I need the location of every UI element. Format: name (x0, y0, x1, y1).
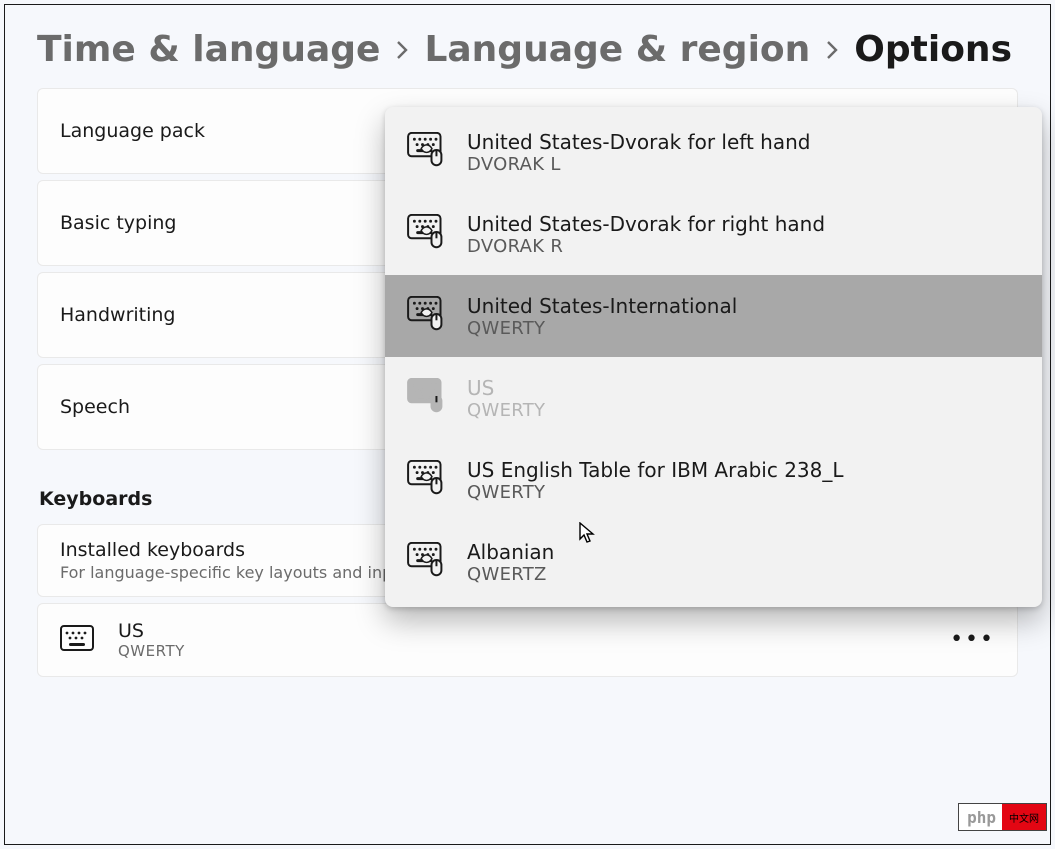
row-label: Basic typing (60, 212, 176, 234)
keyboard-option[interactable]: US English Table for IBM Arabic 238_L QW… (385, 439, 1042, 521)
option-name: United States-Dvorak for right hand (467, 212, 825, 236)
keyboard-icon (60, 625, 94, 655)
watermark-left: php (959, 808, 1002, 827)
option-layout: DVORAK R (467, 236, 825, 257)
option-name: Albanian (467, 540, 554, 564)
keyboard-mouse-icon (407, 296, 447, 336)
keyboard-mouse-icon (407, 214, 447, 254)
option-layout: QWERTY (467, 400, 545, 421)
keyboard-mouse-icon (407, 132, 447, 172)
watermark-badge: php 中文网 (958, 803, 1047, 831)
chevron-right-icon (394, 38, 410, 62)
option-layout: QWERTZ (467, 564, 554, 585)
keyboard-row[interactable]: US QWERTY ••• (37, 603, 1018, 677)
breadcrumb-time-language[interactable]: Time & language (37, 29, 380, 70)
more-options-button[interactable]: ••• (950, 629, 995, 651)
option-name: US (467, 376, 545, 400)
keyboard-option[interactable]: United States-International QWERTY (385, 275, 1042, 357)
breadcrumb-language-region[interactable]: Language & region (424, 29, 810, 70)
keyboard-layout: QWERTY (118, 642, 185, 660)
option-layout: QWERTY (467, 318, 737, 339)
option-layout: DVORAK L (467, 154, 810, 175)
keyboard-option: US QWERTY (385, 357, 1042, 439)
row-label: Language pack (60, 120, 205, 142)
row-label: Speech (60, 396, 130, 418)
breadcrumb-options: Options (854, 29, 1012, 70)
watermark-right: 中文网 (1009, 810, 1039, 825)
breadcrumb: Time & language Language & region Option… (37, 29, 1018, 70)
keyboard-name: US (118, 620, 185, 642)
option-name: United States-Dvorak for left hand (467, 130, 810, 154)
option-name: US English Table for IBM Arabic 238_L (467, 458, 844, 482)
chevron-right-icon (824, 38, 840, 62)
option-name: United States-International (467, 294, 737, 318)
keyboard-option[interactable]: Albanian QWERTZ (385, 521, 1042, 603)
keyboard-mouse-icon (407, 460, 447, 500)
keyboard-option[interactable]: United States-Dvorak for right hand DVOR… (385, 193, 1042, 275)
keyboard-mouse-icon (407, 378, 447, 418)
keyboard-mouse-icon (407, 542, 447, 582)
keyboard-picker-flyout: United States-Dvorak for left hand DVORA… (385, 107, 1042, 607)
row-label: Handwriting (60, 304, 176, 326)
option-layout: QWERTY (467, 482, 844, 503)
keyboard-option[interactable]: United States-Dvorak for left hand DVORA… (385, 111, 1042, 193)
